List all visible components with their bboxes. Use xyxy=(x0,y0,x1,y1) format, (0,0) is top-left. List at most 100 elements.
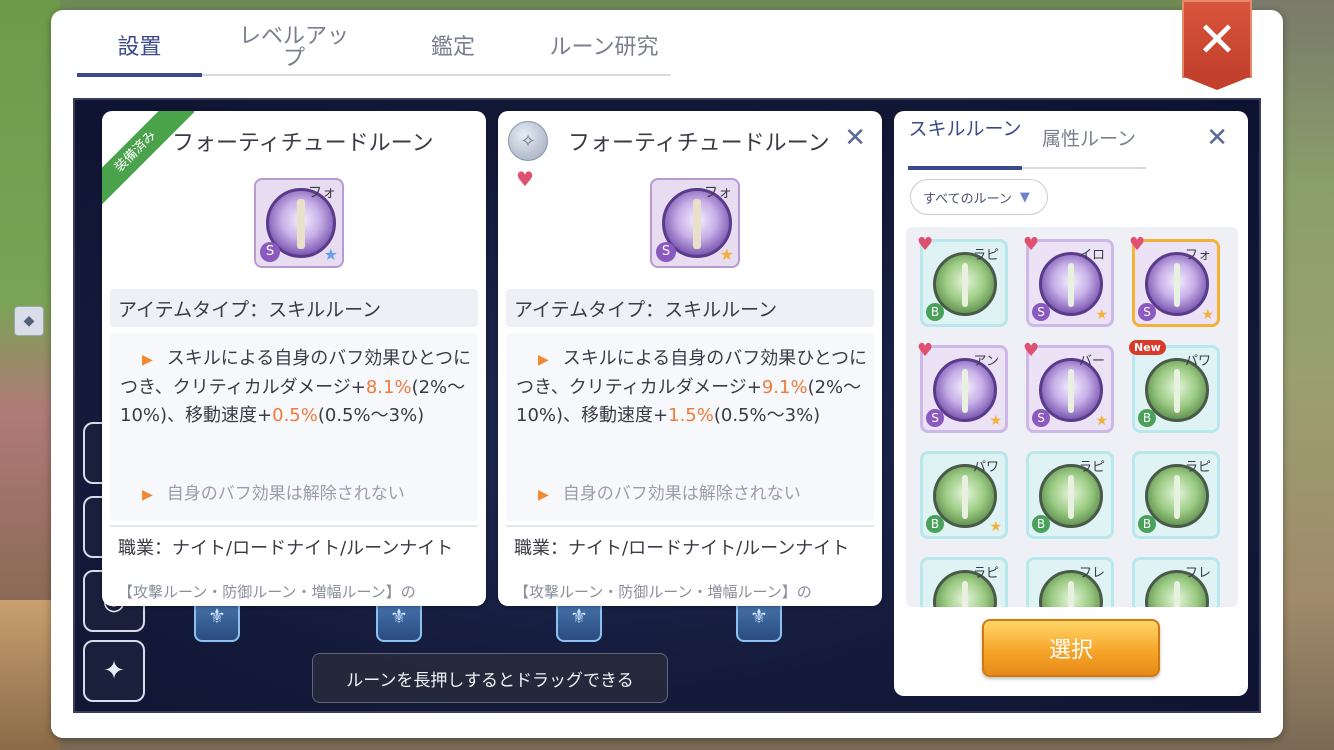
star-icon: ★ xyxy=(1095,307,1108,323)
sub-description: ▶ 自身のバフ効果は解除されない xyxy=(538,484,801,504)
rune-grid: ラピ B ♥ イロ S ★ ♥ フォ S ★ ♥ アン S ★ ♥ バー S ★… xyxy=(906,227,1238,607)
description-text: ▶ スキルによる自身のバフ効果ひとつにつき、クリティカルダメージ+8.1%(2%〜… xyxy=(120,348,471,426)
card-title: フォーティチュードルーン xyxy=(172,131,434,156)
rune-icon: フォ S ★ xyxy=(254,178,344,268)
crit-value: 9.1% xyxy=(761,377,808,398)
rune-abbrev: フレ xyxy=(1078,566,1105,581)
rune-category: 【攻撃ルーン・防御ルーン・増幅ルーン】の xyxy=(118,583,416,601)
bullet-icon: ▶ xyxy=(538,487,549,503)
item-type: アイテムタイプ：スキルルーン xyxy=(110,289,478,327)
speed-value: 1.5% xyxy=(668,405,714,426)
rune-orb-icon: ✧ xyxy=(508,121,548,161)
star-icon: ★ xyxy=(1095,413,1108,429)
inventory-tabs: スキルルーン 属性ルーン xyxy=(908,119,1146,170)
bag-tool-icon[interactable]: ✦ xyxy=(83,640,145,702)
rune-abbrev: アン xyxy=(973,354,999,369)
item-type: アイテムタイプ：スキルルーン xyxy=(506,289,874,327)
rune-inventory-panel: スキルルーン 属性ルーン ✕ すべてのルーン ▼ ラピ B ♥ イロ S ★ ♥ … xyxy=(894,111,1248,696)
tab-attribute-runes[interactable]: 属性ルーン xyxy=(1032,129,1146,150)
bullet-icon: ▶ xyxy=(538,352,549,368)
star-icon: ★ xyxy=(323,245,338,264)
rune-abbrev: バー xyxy=(1078,354,1105,369)
rune-abbrev: ラピ xyxy=(1078,460,1105,475)
favorite-heart-icon: ♥ xyxy=(917,340,934,361)
tab-appraise[interactable]: 鑑定 xyxy=(397,20,509,76)
star-icon: ★ xyxy=(989,519,1002,535)
rune-item[interactable]: ラピ B ♥ xyxy=(917,234,1008,327)
grade-badge: S xyxy=(926,409,944,427)
rune-item[interactable]: ラピ B xyxy=(1132,451,1220,539)
rune-item-selected[interactable]: フォ S ★ ♥ xyxy=(1129,234,1220,327)
rune-category: 【攻撃ルーン・防御ルーン・増幅ルーン】の xyxy=(514,583,812,601)
active-tab-indicator xyxy=(77,73,202,77)
rune-item[interactable]: イロ S ★ ♥ xyxy=(1023,234,1114,327)
rune-item[interactable]: パワ B New xyxy=(1129,340,1220,433)
select-button[interactable]: 選択 xyxy=(982,619,1160,677)
favorite-heart-icon: ♥ xyxy=(1129,234,1146,255)
description-box: ▶ スキルによる自身のバフ効果ひとつにつき、クリティカルダメージ+8.1%(2%〜… xyxy=(110,333,478,521)
rune-abbrev: フレ xyxy=(1184,566,1211,581)
rune-item[interactable]: バー S ★ ♥ xyxy=(1023,340,1114,433)
favorite-heart-icon[interactable]: ♥ xyxy=(516,167,534,191)
grade-badge: B xyxy=(926,303,944,321)
rune-abbrev: ラピ xyxy=(972,566,999,581)
rune-item[interactable]: フレ xyxy=(1132,557,1220,607)
grade-badge: B xyxy=(1032,515,1050,533)
tab-levelup[interactable]: レベルアップ xyxy=(229,20,359,76)
tab-rune-research[interactable]: ルーン研究 xyxy=(537,20,671,76)
drag-hint: ルーンを長押しするとドラッグできる xyxy=(312,653,668,703)
rune-item[interactable]: パワ B ★ xyxy=(920,451,1008,539)
rune-abbrev: ラピ xyxy=(1184,460,1211,475)
favorite-heart-icon: ♥ xyxy=(917,234,934,255)
grade-badge: S xyxy=(260,242,280,262)
rune-abbrev: フォ xyxy=(1184,248,1211,263)
close-icon: ✕ xyxy=(1196,12,1238,68)
rune-icon: フォ S ★ xyxy=(650,178,740,268)
rune-abbrev: パワ xyxy=(1184,354,1211,369)
close-icon[interactable]: ✕ xyxy=(1206,125,1228,151)
rune-item[interactable]: フレ xyxy=(1026,557,1114,607)
star-icon: ★ xyxy=(719,245,734,264)
side-menu-icon[interactable]: ◆ xyxy=(14,306,44,336)
description-box: ▶ スキルによる自身のバフ効果ひとつにつき、クリティカルダメージ+9.1%(2%〜… xyxy=(506,333,874,521)
grade-badge: B xyxy=(1138,409,1156,427)
equipped-rune-card: 装備済み フォーティチュードルーン フォ S ★ アイテムタイプ：スキルルーン … xyxy=(102,111,486,606)
speed-value: 0.5% xyxy=(272,405,318,426)
grade-badge: S xyxy=(656,242,676,262)
tab-install[interactable]: 設置 xyxy=(77,20,202,76)
sub-description: ▶ 自身のバフ効果は解除されない xyxy=(142,484,405,504)
star-icon: ★ xyxy=(989,413,1002,429)
job-requirement: 職業：ナイト/ロードナイト/ルーンナイト xyxy=(110,525,478,567)
rune-abbrev: フォ xyxy=(308,185,336,201)
rune-abbrev: フォ xyxy=(704,185,732,201)
filter-label: すべてのルーン xyxy=(923,191,1012,207)
job-requirement: 職業：ナイト/ロードナイト/ルーンナイト xyxy=(506,525,874,567)
chevron-down-icon: ▼ xyxy=(1019,189,1030,205)
main-tabs: 設置 レベルアップ 鑑定 ルーン研究 xyxy=(77,20,671,77)
star-icon: ★ xyxy=(1201,307,1214,323)
grade-badge: S xyxy=(1032,303,1050,321)
grade-badge: S xyxy=(1138,303,1156,321)
rune-item[interactable]: ラピ xyxy=(920,557,1008,607)
compare-rune-card: ✧ ♥ フォーティチュードルーン ✕ フォ S ★ アイテムタイプ：スキルルーン… xyxy=(498,111,882,606)
rune-item[interactable]: ラピ B xyxy=(1026,451,1114,539)
grade-badge: B xyxy=(926,515,944,533)
crit-value: 8.1% xyxy=(365,377,412,398)
favorite-heart-icon: ♥ xyxy=(1023,234,1040,255)
rune-abbrev: イロ xyxy=(1078,248,1105,263)
bullet-icon: ▶ xyxy=(142,352,153,368)
description-text: ▶ スキルによる自身のバフ効果ひとつにつき、クリティカルダメージ+9.1%(2%〜… xyxy=(516,348,867,426)
close-button[interactable]: ✕ xyxy=(1182,0,1252,90)
bullet-icon: ▶ xyxy=(142,487,153,503)
card-title: フォーティチュードルーン xyxy=(568,131,830,156)
tab-skill-runes[interactable]: スキルルーン xyxy=(908,119,1022,140)
new-badge: New xyxy=(1129,340,1166,355)
grade-badge: B xyxy=(1138,515,1156,533)
rune-item[interactable]: アン S ★ ♥ xyxy=(917,340,1008,433)
active-tab-indicator xyxy=(908,166,1022,170)
close-icon[interactable]: ✕ xyxy=(844,125,866,151)
rune-filter-dropdown[interactable]: すべてのルーン ▼ xyxy=(910,179,1048,215)
favorite-heart-icon: ♥ xyxy=(1023,340,1040,361)
rune-abbrev: パワ xyxy=(972,460,999,475)
rune-abbrev: ラピ xyxy=(972,248,999,263)
